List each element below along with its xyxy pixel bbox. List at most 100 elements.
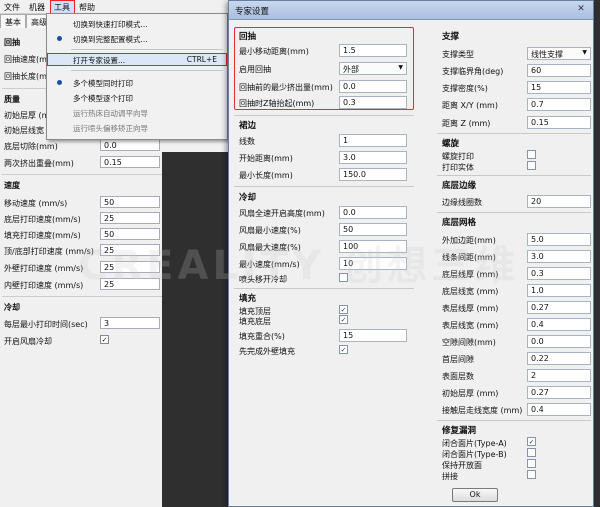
combing-select[interactable]: 外部 ▼ (339, 62, 407, 75)
label-dual-overlap: 两次挤出重叠(mm) (4, 159, 74, 168)
skirt-min-length-input[interactable]: 150.0 (339, 168, 407, 181)
section-title-cooling: 冷却 (4, 303, 20, 312)
raft-line-spacing-input[interactable]: 3.0 (527, 250, 591, 263)
label-spiralize: 螺旋打印 (442, 152, 474, 161)
combing-select-value: 外部 (343, 65, 359, 74)
raft-interface-thickness-input[interactable]: 0.27 (527, 301, 591, 314)
infill-before-wall-checkbox[interactable]: ✓ (339, 345, 348, 354)
check-icon: ✓ (340, 346, 347, 354)
infill-top-checkbox[interactable]: ✓ (339, 305, 348, 314)
label-enable-fan: 开启风扇冷却 (4, 337, 52, 346)
support-dist-z-input[interactable]: 0.15 (527, 116, 591, 129)
ok-button[interactable]: Ok (452, 488, 498, 502)
label-head-lift: 喷头移开冷却 (239, 275, 287, 284)
support-angle-input[interactable]: 60 (527, 64, 591, 77)
min-layer-time-input[interactable]: 3 (100, 317, 160, 329)
section-title-skirt: 裙边 (239, 121, 257, 131)
topbottom-speed-input[interactable]: 25 (100, 244, 160, 256)
skirt-start-distance-input[interactable]: 3.0 (339, 151, 407, 164)
menu-item-expert-settings[interactable]: 打开专家设置... CTRL+E (47, 53, 227, 66)
section-divider (2, 296, 162, 297)
section-title-retraction: 回抽 (239, 32, 257, 42)
label-extensive-stitching: 拼接 (442, 472, 458, 481)
outer-wall-speed-input[interactable]: 25 (100, 261, 160, 273)
label-raft-base-width: 底层线宽 (mm) (442, 287, 499, 296)
fix-type-a-checkbox[interactable]: ✓ (527, 437, 536, 446)
min-extrusion-input[interactable]: 0.0 (339, 80, 407, 93)
label-retraction-distance: 回抽长度(m (4, 72, 47, 81)
keep-open-faces-checkbox[interactable] (527, 459, 536, 468)
viewport-area (162, 152, 232, 507)
menu-item-print-one-at-a-time[interactable]: 多个模型逐个打印 (47, 91, 227, 104)
label-brim-line-count: 边缘线圈数 (442, 198, 482, 207)
travel-speed-input[interactable]: 50 (100, 196, 160, 208)
label-support-angle: 支撑临界角(deg) (442, 67, 504, 76)
main-window: 文件 机器 工具 帮助 基本 高级 回抽 回抽速度(m 回抽长度(m 质量 初始… (0, 0, 232, 507)
infill-speed-input[interactable]: 50 (100, 228, 160, 240)
infill-bottom-checkbox[interactable]: ✓ (339, 315, 348, 324)
radio-dot-icon (57, 36, 62, 41)
fan-max-speed-input[interactable]: 100 (339, 240, 407, 253)
label-raft-interface-thickness: 表层线厚 (mm) (442, 304, 499, 313)
skirt-line-count-input[interactable]: 1 (339, 134, 407, 147)
bottom-speed-input[interactable]: 25 (100, 212, 160, 224)
infill-overlap-input[interactable]: 15 (339, 329, 407, 342)
bottom-cut-input[interactable]: 0.0 (100, 139, 160, 151)
section-title-raft: 底层网格 (442, 218, 477, 228)
section-divider (437, 175, 591, 176)
raft-initial-layer-input[interactable]: 0.27 (527, 386, 591, 399)
check-icon: ✓ (340, 316, 347, 324)
fan-full-height-input[interactable]: 0.0 (339, 206, 407, 219)
section-divider (437, 212, 591, 213)
raft-first-layer-gap-input[interactable]: 0.22 (527, 352, 591, 365)
close-icon[interactable]: ✕ (573, 4, 589, 16)
support-fill-input[interactable]: 15 (527, 81, 591, 94)
label-min-layer-time: 每层最小打印时间(sec) (4, 320, 88, 329)
raft-surface-layers-input[interactable]: 2 (527, 369, 591, 382)
z-hop-input[interactable]: 0.3 (339, 96, 407, 109)
menu-item-quick-mode[interactable]: 切换到快速打印模式... (47, 17, 227, 30)
section-title-brim: 底层边缘 (442, 181, 477, 191)
raft-base-thickness-input[interactable]: 0.3 (527, 267, 591, 280)
menu-item-full-mode[interactable]: 切换到完整配置模式... (47, 32, 227, 45)
menu-item-bed-leveling-wizard[interactable]: 运行热床自动调平向导 (47, 106, 227, 119)
menu-item-label: 运行喷头偏移矫正向导 (73, 124, 148, 133)
label-raft-initial-layer: 初始层厚 (mm) (442, 389, 499, 398)
menu-separator (71, 70, 223, 71)
section-divider (2, 174, 162, 175)
raft-base-width-input[interactable]: 1.0 (527, 284, 591, 297)
expert-settings-dialog: 专家设置 ✕ 回抽 最小移动距离(mm) 1.5 启用回抽 外部 ▼ 回抽前的最少… (228, 0, 594, 507)
min-speed-input[interactable]: 10 (339, 257, 407, 270)
label-support-fill: 支撑密度(%) (442, 84, 488, 93)
menu-item-shortcut: CTRL+E (186, 55, 217, 64)
raft-margin-input[interactable]: 5.0 (527, 233, 591, 246)
raft-interface-width-input[interactable]: 0.4 (527, 318, 591, 331)
inner-wall-speed-input[interactable]: 25 (100, 278, 160, 290)
fix-type-b-checkbox[interactable] (527, 448, 536, 457)
menu-item-label: 打开专家设置... (73, 56, 126, 65)
label-support-type: 支撑类型 (442, 50, 474, 59)
section-title-cool: 冷却 (239, 193, 257, 203)
extensive-stitching-checkbox[interactable] (527, 470, 536, 479)
support-dist-xy-input[interactable]: 0.7 (527, 98, 591, 111)
brim-line-count-input[interactable]: 20 (527, 195, 591, 208)
dual-overlap-input[interactable]: 0.15 (100, 156, 160, 168)
support-type-select[interactable]: 线性支撑 ▼ (527, 47, 591, 60)
label-raft-interface-width: 表层线宽 (mm) (442, 321, 499, 330)
head-lift-checkbox[interactable] (339, 273, 348, 282)
fan-min-speed-input[interactable]: 50 (339, 223, 407, 236)
label-support-dist-z: 距离 Z (mm) (442, 119, 491, 128)
chevron-down-icon: ▼ (398, 64, 403, 71)
menu-item-print-all-at-once[interactable]: 多个模型同时打印 (47, 76, 227, 89)
label-print-solid: 打印实体 (442, 163, 474, 172)
raft-airgap-input[interactable]: 0.0 (527, 335, 591, 348)
spiralize-checkbox[interactable] (527, 150, 536, 159)
min-travel-input[interactable]: 1.5 (339, 44, 407, 57)
menu-item-head-offset-wizard[interactable]: 运行喷头偏移矫正向导 (47, 121, 227, 134)
enable-fan-checkbox[interactable]: ✓ (100, 335, 109, 344)
label-skirt-line-count: 线数 (239, 137, 255, 146)
section-divider (234, 115, 414, 116)
menu-item-label: 运行热床自动调平向导 (73, 109, 148, 118)
raft-contact-line-width-input[interactable]: 0.4 (527, 403, 591, 416)
print-solid-checkbox[interactable] (527, 161, 536, 170)
